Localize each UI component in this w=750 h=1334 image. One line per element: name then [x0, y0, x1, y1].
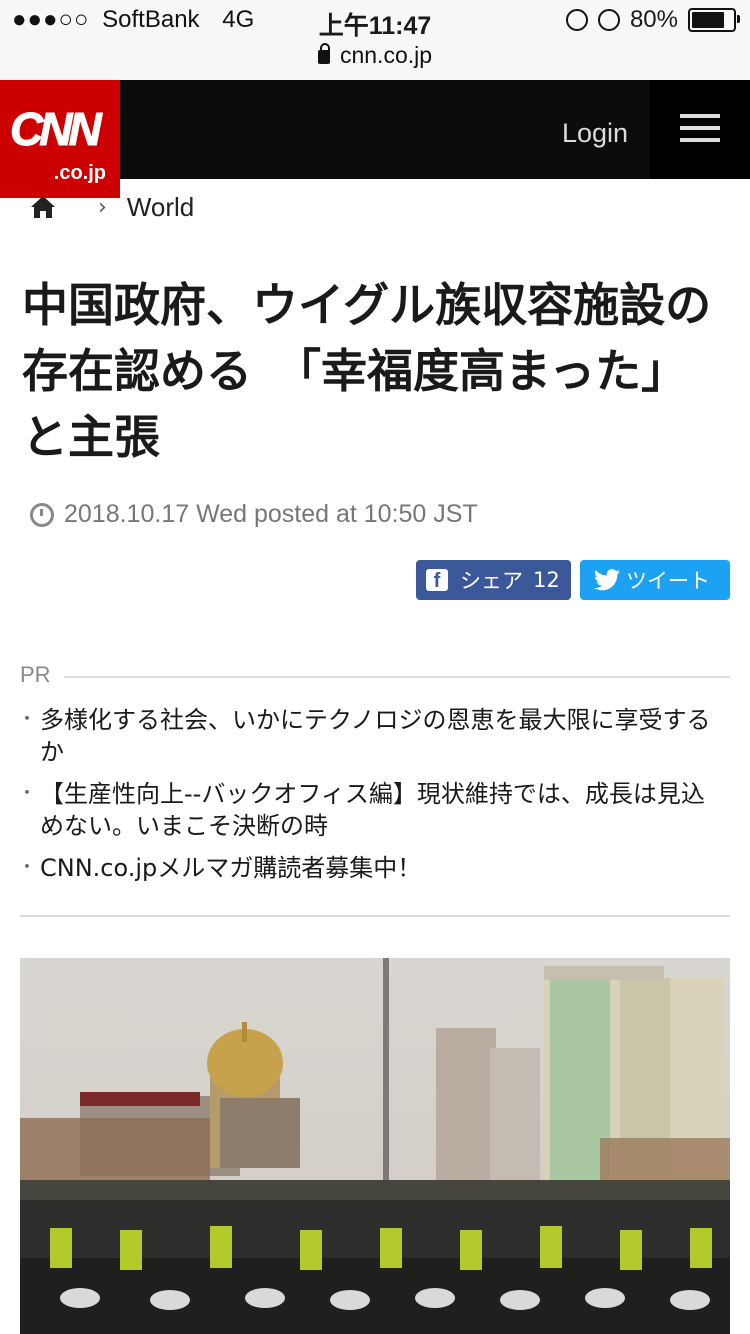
facebook-share-label: シェア — [460, 569, 523, 593]
hamburger-bar — [680, 126, 720, 130]
lock-icon — [317, 43, 330, 64]
menu-button[interactable] — [650, 80, 750, 179]
pr-list: 多様化する社会、いかにテクノロジの恩恵を最大限に享受するか 【生産性向上--バッ… — [18, 704, 724, 894]
hamburger-bar — [680, 138, 720, 142]
battery-icon — [688, 8, 740, 32]
battery-level — [692, 12, 724, 28]
address-bar[interactable]: cnn.co.jp — [0, 42, 750, 69]
article-photo[interactable] — [20, 958, 730, 1334]
status-bar: ●●●○○ SoftBank 4G 上午11:47 80% cnn.co.jp — [0, 0, 750, 80]
breadcrumb-section[interactable]: World — [127, 192, 194, 223]
pr-label: PR — [20, 662, 51, 687]
home-icon[interactable] — [30, 195, 56, 219]
article-title: 中国政府、ウイグル族収容施設の存在認める 「幸福度高まった」と主張 — [22, 278, 712, 464]
url-text: cnn.co.jp — [339, 42, 433, 68]
logo-text: CNN — [10, 103, 103, 156]
clock-icon — [30, 502, 54, 527]
pr-item[interactable]: CNN.co.jpメルマガ購読者募集中！ — [18, 852, 724, 884]
pr-item[interactable]: 多様化する社会、いかにテクノロジの恩恵を最大限に享受するか — [18, 704, 724, 768]
cnn-logo[interactable]: CNN .co.jp — [0, 80, 120, 198]
twitter-tweet-button[interactable]: ツイート — [580, 560, 730, 600]
twitter-icon — [594, 569, 620, 591]
login-link[interactable]: Login — [562, 118, 628, 149]
facebook-share-button[interactable]: f シェア 12 — [416, 560, 571, 600]
hamburger-icon — [680, 114, 720, 118]
section-divider — [20, 915, 730, 917]
chevron-right-icon: › — [98, 194, 107, 220]
orientation-lock-icon — [565, 9, 588, 31]
battery-percent: 80% — [629, 6, 678, 33]
pr-item[interactable]: 【生産性向上--バックオフィス編】現状維持では、成長は見込めない。いまこそ決断の… — [18, 778, 724, 842]
logo-domain: .co.jp — [53, 162, 106, 184]
twitter-tweet-label: ツイート — [626, 569, 710, 593]
facebook-share-count: 12 — [533, 568, 560, 592]
facebook-icon: f — [426, 569, 448, 592]
status-icons: 80% — [565, 6, 740, 34]
pr-divider — [64, 676, 730, 678]
article-meta: 2018.10.17 Wed posted at 10:50 JST — [30, 500, 478, 529]
alarm-icon — [597, 9, 620, 31]
posted-date: 2018.10.17 Wed posted at 10:50 JST — [64, 500, 478, 528]
